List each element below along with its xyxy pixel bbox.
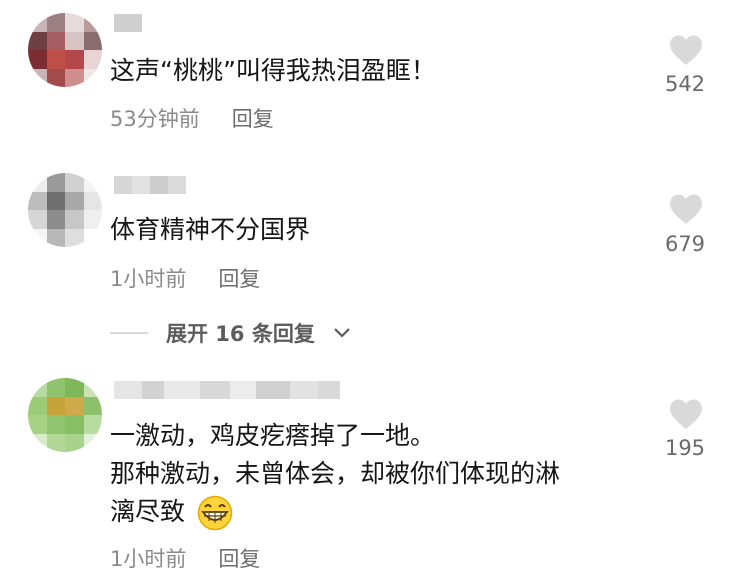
avatar-pixel — [28, 191, 47, 210]
avatar[interactable] — [28, 173, 102, 247]
avatar[interactable] — [28, 378, 102, 452]
avatar-pixel — [65, 13, 84, 32]
comment-time: 1小时前 — [110, 547, 187, 571]
avatar-pixel — [83, 50, 102, 69]
divider-line — [110, 332, 148, 334]
avatar-pixel — [28, 433, 47, 452]
avatar-pixel — [46, 396, 65, 415]
avatar-pixel — [46, 50, 65, 69]
like-count: 195 — [664, 436, 706, 460]
avatar-pixel — [46, 31, 65, 50]
avatar-pixel — [83, 210, 102, 229]
avatar-pixel — [46, 415, 65, 434]
avatar-pixel — [65, 68, 84, 87]
avatar-pixel — [83, 68, 102, 87]
like-button[interactable] — [664, 34, 708, 66]
comment-text: 体育精神不分国界 — [110, 215, 311, 244]
username-blurred[interactable] — [114, 381, 340, 399]
avatar-pixel — [28, 396, 47, 415]
expand-replies-button[interactable]: 展开 16 条回复 — [110, 318, 351, 348]
avatar-pixel — [46, 378, 65, 397]
avatar-pixel — [65, 228, 84, 247]
avatar-pixel — [46, 173, 65, 192]
like-count: 542 — [664, 72, 706, 96]
avatar-pixel — [46, 210, 65, 229]
avatar-pixel — [28, 50, 47, 69]
avatar-pixel — [65, 210, 84, 229]
avatar-pixel — [83, 173, 102, 192]
avatar-pixel — [28, 378, 47, 397]
avatar-pixel — [28, 415, 47, 434]
comment-text: 漓尽致 — [110, 497, 186, 526]
avatar-pixel — [65, 173, 84, 192]
avatar-pixel — [28, 228, 47, 247]
chevron-down-icon — [334, 328, 350, 338]
username-blurred[interactable] — [114, 176, 186, 194]
reply-button[interactable]: 回复 — [232, 103, 274, 133]
username-blurred[interactable] — [114, 14, 142, 32]
avatar-pixel — [65, 191, 84, 210]
avatar-pixel — [28, 210, 47, 229]
avatar-pixel — [83, 13, 102, 32]
avatar-pixel — [46, 191, 65, 210]
avatar-pixel — [46, 228, 65, 247]
grin-emoji-icon — [197, 495, 233, 531]
heart-icon — [670, 35, 702, 65]
comment-text-line: 一激动，鸡皮疙瘩掉了一地。 — [110, 421, 436, 450]
like-count: 679 — [664, 232, 706, 256]
comment-meta: 1小时前 回复 — [110, 543, 260, 573]
comment-text-line: 那种激动，未曾体会，却被你们体现的淋 — [110, 459, 561, 488]
heart-icon — [670, 194, 702, 224]
like-button[interactable] — [664, 193, 708, 225]
comment-meta: 1小时前 回复 — [110, 263, 260, 293]
expand-replies-label: 展开 16 条回复 — [166, 322, 315, 346]
avatar-pixel — [65, 50, 84, 69]
avatar-pixel — [28, 68, 47, 87]
avatar-pixel — [83, 396, 102, 415]
avatar-pixel — [65, 433, 84, 452]
avatar-pixel — [83, 378, 102, 397]
avatar-pixel — [83, 31, 102, 50]
avatar-pixel — [83, 228, 102, 247]
comment-meta: 53分钟前 回复 — [110, 103, 274, 133]
avatar-pixel — [83, 191, 102, 210]
comment-time: 1小时前 — [110, 267, 187, 291]
avatar-pixel — [83, 415, 102, 434]
avatar-pixel — [65, 31, 84, 50]
comment-text: 这声“桃桃”叫得我热泪盈眶！ — [110, 56, 436, 85]
avatar-pixel — [83, 433, 102, 452]
avatar-pixel — [65, 415, 84, 434]
avatar-pixel — [46, 13, 65, 32]
avatar[interactable] — [28, 13, 102, 87]
comment-text-line: 漓尽致 — [110, 493, 233, 531]
avatar-pixel — [28, 173, 47, 192]
reply-button[interactable]: 回复 — [218, 263, 260, 293]
reply-button[interactable]: 回复 — [218, 543, 260, 573]
avatar-pixel — [65, 396, 84, 415]
like-button[interactable] — [664, 398, 708, 430]
avatar-pixel — [28, 31, 47, 50]
heart-icon — [670, 399, 702, 429]
avatar-pixel — [28, 13, 47, 32]
avatar-pixel — [65, 378, 84, 397]
avatar-pixel — [46, 68, 65, 87]
avatar-pixel — [46, 433, 65, 452]
comment-time: 53分钟前 — [110, 107, 200, 131]
